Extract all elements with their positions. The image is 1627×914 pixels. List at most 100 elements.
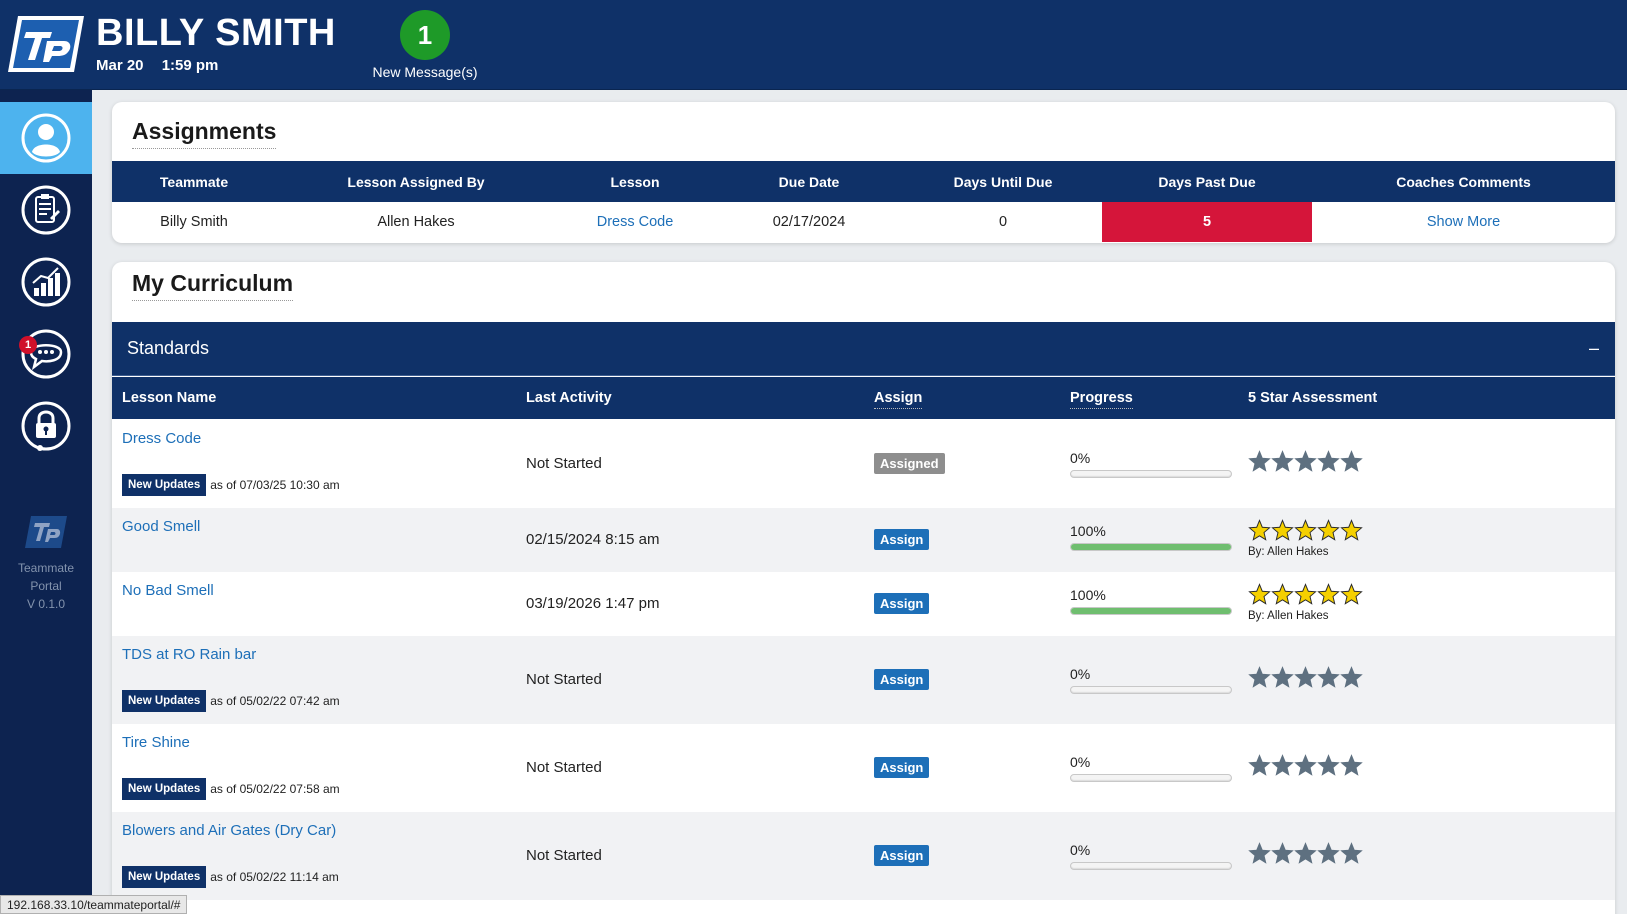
star-icon xyxy=(1271,842,1294,864)
sidebar-item-messages[interactable]: 1 xyxy=(0,318,92,390)
col-days-until-due: Days Until Due xyxy=(953,173,1053,190)
col-coaches-comments: Coaches Comments xyxy=(1396,173,1531,190)
star-icon xyxy=(1248,754,1271,776)
progress-bar xyxy=(1070,607,1232,615)
lesson-link[interactable]: Dress Code xyxy=(556,202,714,242)
last-activity: Not Started xyxy=(526,759,602,776)
profile-icon xyxy=(21,113,71,163)
collapse-icon[interactable]: – xyxy=(1589,338,1599,359)
progress-percent: 0% xyxy=(1070,666,1091,682)
teammate-cell: Billy Smith xyxy=(160,214,228,230)
app-footer: Teammate Portal V 0.1.0 xyxy=(0,514,92,613)
progress-bar xyxy=(1070,470,1232,478)
sidebar-item-profile[interactable] xyxy=(0,102,92,174)
new-updates-badge[interactable]: New Updates xyxy=(122,690,207,712)
star-rating xyxy=(1248,450,1363,473)
last-activity: Not Started xyxy=(526,671,602,688)
assign-button[interactable]: Assign xyxy=(874,669,930,690)
lesson-name-link[interactable]: TDS at RO Rain bar xyxy=(122,646,256,663)
star-rating xyxy=(1248,754,1363,777)
show-more-link[interactable]: Show More xyxy=(1312,202,1615,242)
assign-button[interactable]: Assign xyxy=(874,529,930,550)
footer-line1: Teammate xyxy=(17,561,75,575)
sidebar-item-security[interactable] xyxy=(0,390,92,462)
star-icon xyxy=(1248,666,1271,688)
updates-info: New Updates as of 05/02/22 11:14 am xyxy=(122,866,339,888)
last-activity: Not Started xyxy=(526,847,602,864)
lesson-name-link[interactable]: Tire Shine xyxy=(122,734,190,751)
updates-info: New Updates as of 05/02/22 07:58 am xyxy=(122,778,340,800)
progress-fill xyxy=(1071,608,1231,614)
app-header: BILLY SMITH Mar 20 1:59 pm 1 New Message… xyxy=(0,0,1627,90)
table-row: No Bad Smell 03/19/2026 1:47 pm Assign 100%… xyxy=(112,572,1615,636)
col-assessment: 5 Star Assessment xyxy=(1248,390,1378,406)
updates-info: New Updates as of 07/03/25 10:30 am xyxy=(122,474,340,496)
lock-icon xyxy=(21,401,71,451)
last-activity: 02/15/2024 8:15 am xyxy=(526,531,660,548)
star-icon xyxy=(1317,666,1340,688)
updates-date: as of 05/02/22 07:58 am xyxy=(210,782,340,796)
progress-bar xyxy=(1070,862,1232,870)
standards-label: Standards xyxy=(127,338,210,358)
progress-fill xyxy=(1071,544,1231,550)
sidebar-item-lessons[interactable] xyxy=(0,174,92,246)
current-datetime: Mar 20 1:59 pm xyxy=(96,57,218,74)
star-icon xyxy=(1271,754,1294,776)
star-icon xyxy=(1248,583,1271,605)
tp-logo[interactable] xyxy=(6,14,86,74)
current-date: Mar 20 xyxy=(96,57,144,74)
current-time: 1:59 pm xyxy=(161,57,219,74)
message-count-badge[interactable]: 1 xyxy=(400,10,450,60)
new-updates-badge[interactable]: New Updates xyxy=(122,474,207,496)
progress-bar xyxy=(1070,686,1232,694)
star-icon xyxy=(1248,842,1271,864)
star-icon xyxy=(1317,519,1340,541)
assign-button[interactable]: Assign xyxy=(874,845,930,866)
curriculum-header: Lesson Name Last Activity Assign Progres… xyxy=(112,377,1615,419)
new-updates-badge[interactable]: New Updates xyxy=(122,778,207,800)
lesson-name-link[interactable]: Blowers and Air Gates (Dry Car) xyxy=(122,822,336,839)
updates-info: New Updates as of 05/02/22 07:42 am xyxy=(122,690,340,712)
curriculum-title: My Curriculum xyxy=(132,270,294,301)
progress-bar xyxy=(1070,543,1232,551)
sidebar: 1 Teammate Portal V 0.1.0 xyxy=(0,90,92,914)
star-icon xyxy=(1271,666,1294,688)
star-icon xyxy=(1340,519,1363,541)
lesson-name-link[interactable]: Good Smell xyxy=(122,518,200,535)
table-row: Dress Code New Updates as of 07/03/25 10… xyxy=(112,420,1615,508)
assessed-by: By: Allen Hakes xyxy=(1248,610,1329,622)
progress-percent: 0% xyxy=(1070,450,1091,466)
new-updates-badge[interactable]: New Updates xyxy=(122,866,207,888)
assignments-header: Teammate Lesson Assigned By Lesson Due D… xyxy=(112,161,1615,202)
lesson-name-link[interactable]: No Bad Smell xyxy=(122,582,214,599)
col-lesson: Lesson xyxy=(610,173,660,190)
col-teammate: Teammate xyxy=(159,173,229,190)
assign-button[interactable]: Assign xyxy=(874,757,930,778)
assign-button[interactable]: Assign xyxy=(874,593,930,614)
star-icon xyxy=(1340,666,1363,688)
days-until-due-cell: 0 xyxy=(998,214,1008,230)
new-messages-indicator[interactable]: 1 New Message(s) xyxy=(360,10,490,80)
star-icon xyxy=(1294,519,1317,541)
star-icon xyxy=(1340,754,1363,776)
col-assign: Assign xyxy=(874,390,923,409)
col-lesson-name: Lesson Name xyxy=(122,390,217,406)
star-icon xyxy=(1271,583,1294,605)
days-past-due-cell: 5 xyxy=(1102,202,1312,242)
col-due-date: Due Date xyxy=(778,173,840,190)
app-version: V 0.1.0 xyxy=(26,597,66,611)
assign-button[interactable]: Assigned xyxy=(874,453,945,474)
sidebar-item-reports[interactable] xyxy=(0,246,92,318)
lesson-name-link[interactable]: Dress Code xyxy=(122,430,201,447)
chart-icon xyxy=(21,257,71,307)
messages-badge: 1 xyxy=(19,336,37,354)
progress-percent: 0% xyxy=(1070,842,1091,858)
progress-percent: 100% xyxy=(1070,523,1106,539)
progress-bar xyxy=(1070,774,1232,782)
star-icon xyxy=(1271,450,1294,472)
assessed-by: By: Allen Hakes xyxy=(1248,546,1329,558)
status-bar-url: 192.168.33.10/teammateportal/# xyxy=(0,895,188,914)
standards-section-header[interactable]: Standards – xyxy=(112,322,1615,376)
table-row: Blowers and Air Gates (Dry Car) New Upda… xyxy=(112,812,1615,900)
star-icon xyxy=(1340,450,1363,472)
